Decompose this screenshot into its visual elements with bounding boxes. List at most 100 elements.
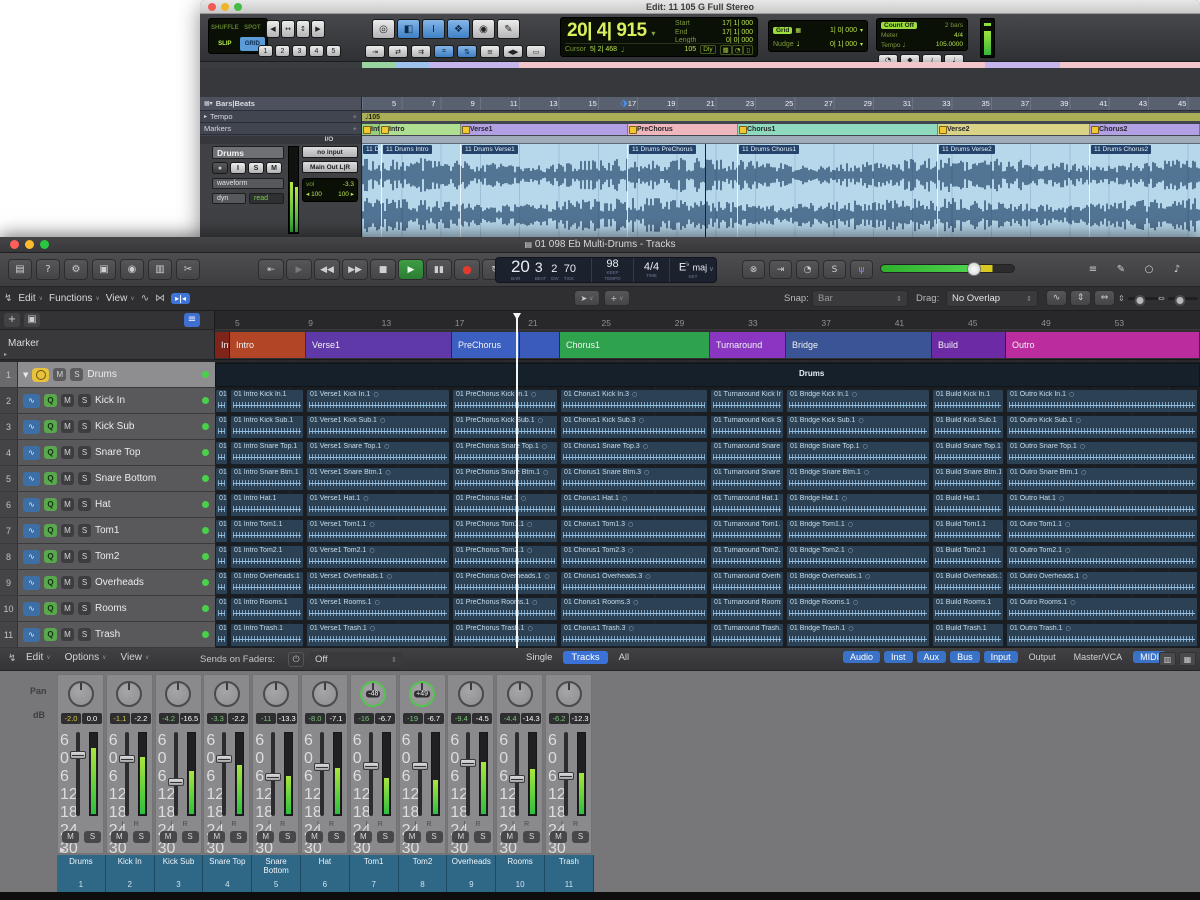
pan-knob[interactable]: +49 [409, 681, 435, 707]
channel-name-plate[interactable]: Rooms10 [496, 855, 545, 892]
fader-cap[interactable] [119, 755, 135, 763]
track-on-indicator[interactable] [202, 605, 209, 612]
solo-button[interactable]: S [572, 831, 589, 843]
region[interactable]: 01 Build Hat.1 [932, 493, 1004, 517]
quick-help-icon[interactable]: ? [36, 259, 60, 280]
zoom-preset-4[interactable]: 4 [309, 45, 324, 57]
track-on-indicator[interactable] [202, 631, 209, 638]
stop-button[interactable]: ■ [370, 259, 396, 280]
no-input-monitoring-icon[interactable]: ⊗ [742, 260, 765, 279]
region[interactable]: 01 Outro Kick Sub.1○ [1006, 415, 1198, 439]
region[interactable]: 01 PreChorus Snare Btm.1○ [452, 467, 558, 491]
auto-scroll-icon[interactable]: ⇅ [457, 45, 477, 58]
forward-button[interactable]: ▶▶ [342, 259, 368, 280]
tempo-ruler[interactable]: ♩105 [362, 111, 1200, 123]
marker-chorus1[interactable]: Chorus1 [738, 124, 938, 135]
master-volume-slider[interactable] [880, 264, 1015, 273]
zoom-vertical-icon[interactable]: ↕ [296, 20, 310, 38]
filter-bus[interactable]: Bus [950, 651, 980, 663]
solo-button[interactable]: S [474, 831, 491, 843]
arrangement-chorus1[interactable]: Chorus1 [560, 332, 710, 358]
add-track-button[interactable]: + [4, 313, 20, 327]
tempo-value[interactable]: 105.0000 [936, 41, 963, 48]
channel-strip-snare-bottom[interactable]: -11-13.3606121824304060IRMS [252, 674, 299, 854]
grid-value[interactable]: 1| 0| 000 [830, 27, 857, 34]
menu-edit[interactable]: Edit∨ [18, 293, 43, 304]
mute-button[interactable]: M [61, 498, 74, 511]
playhead[interactable] [516, 313, 518, 648]
pan-knob[interactable]: -48 [360, 681, 386, 707]
zoom-preset-1[interactable]: 1 [258, 45, 273, 57]
markers-ruler-header[interactable]: Markers+ [200, 123, 361, 135]
region[interactable]: 01 Verse1 Trash.1○ [306, 623, 450, 647]
quantize-button[interactable]: Q [44, 420, 57, 433]
quantize-button[interactable]: Q [44, 472, 57, 485]
marker-chorus2[interactable]: Chorus2 [1090, 124, 1200, 135]
arrangement-turnaround[interactable]: Turnaround [710, 332, 786, 358]
pan-knob[interactable] [214, 681, 240, 707]
region-lead[interactable]: 01 I [215, 467, 228, 491]
region[interactable]: 01 Intro Hat.1 [230, 493, 304, 517]
mute-button[interactable]: M [61, 420, 74, 433]
snap-selector[interactable]: Bar⇕ [812, 290, 908, 307]
lcd-key-signature[interactable]: E♭ maj KEY ∨ [670, 258, 716, 282]
solo-button[interactable]: S [248, 162, 264, 174]
solo-button[interactable]: S [78, 394, 91, 407]
grid-row[interactable]: Grid ▦ 1| 0| 000 ▾ [773, 23, 863, 37]
gain-value[interactable]: -8.0 [305, 713, 325, 724]
channel-name-plate[interactable]: Kick Sub3 [155, 855, 204, 892]
pointer-tool[interactable]: ➤∨ [574, 290, 600, 306]
region[interactable]: 01 Verse1 Overheads.1○ [306, 571, 450, 595]
mute-button[interactable]: M [61, 394, 74, 407]
region[interactable]: 01 Chorus1 Rooms.3○ [560, 597, 708, 621]
go-to-beginning-button[interactable]: ⇤ [258, 259, 284, 280]
track-name[interactable]: Drums [212, 146, 284, 159]
fader-cap[interactable] [314, 763, 330, 771]
input-monitor-label[interactable]: I [317, 821, 319, 828]
region[interactable]: 01 Intro Rooms.1 [230, 597, 304, 621]
channel-strip-kick-sub[interactable]: -4.2-16.5606121824304060IRMS [155, 674, 202, 854]
filter-master-vca[interactable]: Master/VCA [1067, 651, 1130, 663]
track-view-selector[interactable]: waveform [212, 178, 284, 189]
record-enable-label[interactable]: R [183, 821, 188, 828]
region-label[interactable]: 11 Drums Chorus1 [739, 145, 799, 154]
arrangement-build[interactable]: Build [932, 332, 1006, 358]
narrow-strips-icon[interactable]: ▥ [1159, 652, 1176, 666]
region[interactable]: 01 Intro Tom1.1 [230, 519, 304, 543]
quantize-button[interactable]: Q [44, 602, 57, 615]
region[interactable]: 01 Bridge Kick Sub.1○ [786, 415, 930, 439]
region-label[interactable]: 11 Drums PreChorus [629, 145, 696, 154]
link-timeline-icon[interactable]: ⇄ [388, 45, 408, 58]
fader-db-value[interactable]: -12.3 [570, 713, 590, 724]
note-pads-icon[interactable]: ✎ [1110, 259, 1132, 279]
region-lead[interactable]: 01 I [215, 623, 228, 647]
solo-button[interactable]: S [328, 831, 345, 843]
region[interactable]: 01 Turnaround Snare Top.1 [710, 441, 784, 465]
grid-label[interactable]: Grid [773, 27, 792, 34]
fader-cap[interactable] [412, 762, 428, 770]
fader-db-value[interactable]: -4.5 [472, 713, 492, 724]
region-label[interactable]: 11 Drums Verse1 [462, 145, 518, 154]
region-label[interactable]: 11 Drums Intro [383, 145, 432, 154]
region-lead[interactable]: 01 I [215, 493, 228, 517]
region[interactable]: 01 PreChorus Hat.1○ [452, 493, 558, 517]
region[interactable]: 01 Intro Snare Btm.1 [230, 467, 304, 491]
region[interactable]: 01 Intro Overheads.1 [230, 571, 304, 595]
nudge-icon[interactable]: ◀▶ [503, 45, 523, 58]
track-on-indicator[interactable] [202, 527, 209, 534]
zoom-left-icon[interactable]: ◀ [266, 20, 280, 38]
channel-name-plate[interactable]: Drums1 [57, 855, 106, 892]
channel-strip-tom2[interactable]: +49-19-6.7606121824304060IRMS [399, 674, 446, 854]
input-monitor-label[interactable]: I [122, 821, 124, 828]
region[interactable]: 01 Intro Kick Sub.1 [230, 415, 304, 439]
region[interactable]: 01 Turnaround Overheads.1 [710, 571, 784, 595]
record-enable-label[interactable]: R [475, 821, 480, 828]
region[interactable]: 01 Chorus1 Hat.1○ [560, 493, 708, 517]
region[interactable]: 01 PreChorus Trash.1○ [452, 623, 558, 647]
track-header-tom1[interactable]: 7∿QMSTom1 [0, 518, 215, 544]
solo-button[interactable]: S [182, 831, 199, 843]
trim-tool[interactable]: ◧ [397, 19, 420, 39]
pan-knob[interactable] [507, 681, 533, 707]
track-on-indicator[interactable] [202, 449, 209, 456]
marker-intf[interactable]: IntF [362, 124, 380, 135]
